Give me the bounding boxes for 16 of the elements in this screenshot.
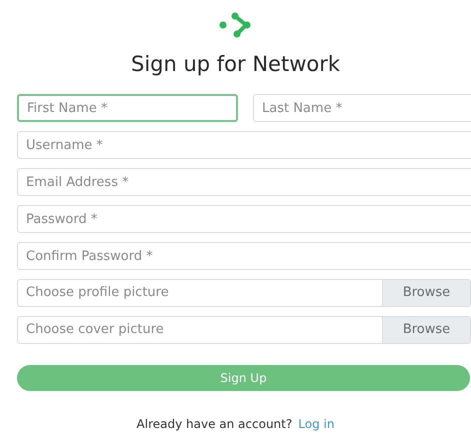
- input-field[interactable]: First Name *: [17, 94, 238, 122]
- input-field[interactable]: Password *: [17, 205, 471, 233]
- log-in-link[interactable]: Log in: [298, 415, 334, 433]
- browse-button[interactable]: Browse: [382, 280, 470, 306]
- file-field-placeholder: Choose profile picture: [25, 284, 170, 302]
- input-field[interactable]: Confirm Password *: [17, 242, 471, 270]
- page-title: Sign up for Network: [130, 51, 340, 78]
- input-field[interactable]: Last Name *: [253, 94, 471, 122]
- logo-icon: [218, 12, 254, 38]
- file-field[interactable]: Choose profile picture Browse: [17, 279, 471, 307]
- input-field[interactable]: Email Address *: [17, 168, 471, 196]
- browse-button[interactable]: Browse: [382, 317, 470, 343]
- footer-text: Already have an account?: [136, 416, 292, 433]
- file-field[interactable]: Choose cover picture Browse: [17, 316, 471, 344]
- input-field[interactable]: Username *: [17, 131, 471, 159]
- file-field-placeholder: Choose cover picture: [25, 321, 165, 339]
